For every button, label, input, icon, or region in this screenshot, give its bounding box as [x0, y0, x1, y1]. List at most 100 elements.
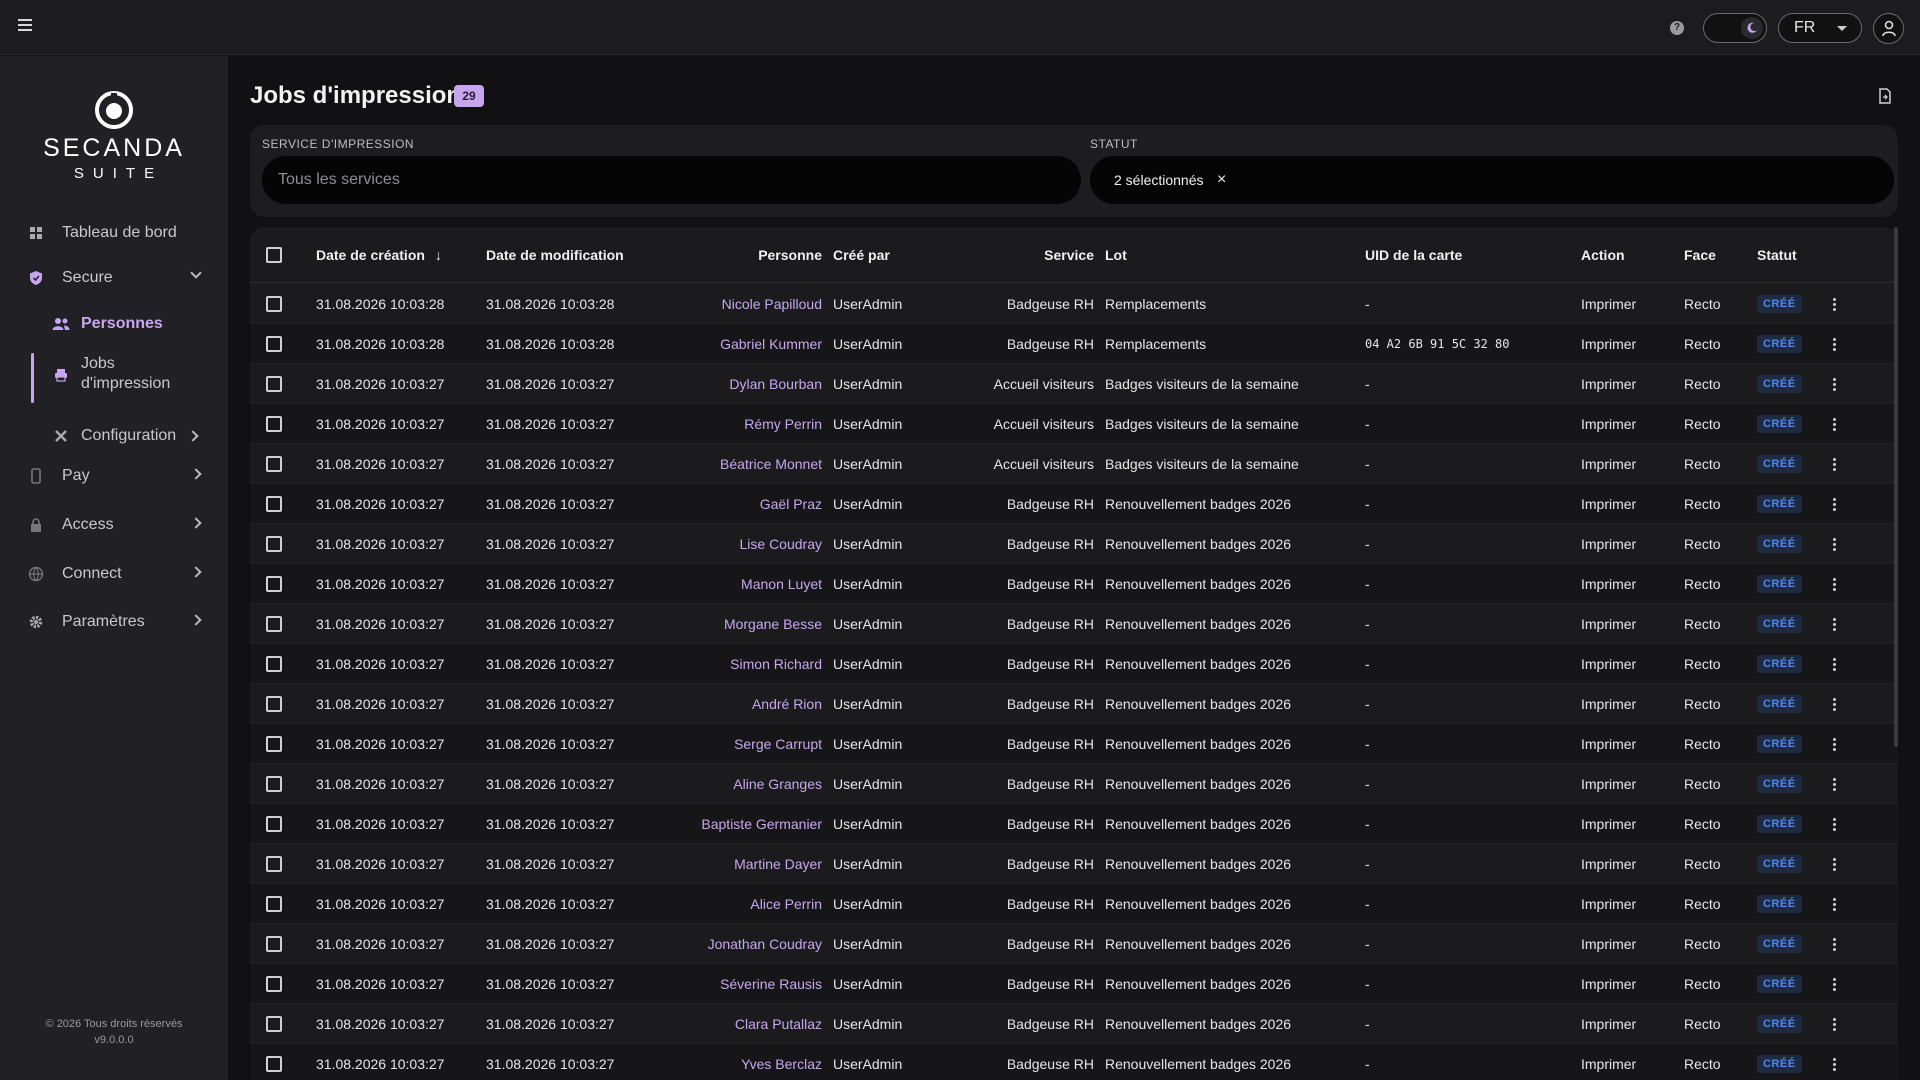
more-options-icon[interactable] — [1833, 818, 1837, 832]
cell-personne[interactable]: Lise Coudray — [592, 524, 823, 564]
more-options-icon[interactable] — [1833, 418, 1837, 432]
table-row[interactable]: 31.08.2026 10:03:27 31.08.2026 10:03:27 Al… — [250, 884, 1898, 924]
service-filter-input[interactable]: Tous les services — [262, 156, 1081, 204]
more-options-icon[interactable] — [1833, 938, 1837, 952]
menu-icon[interactable] — [18, 19, 32, 31]
row-checkbox[interactable] — [266, 336, 282, 352]
table-row[interactable]: 31.08.2026 10:03:27 31.08.2026 10:03:27 Ga… — [250, 484, 1898, 524]
sidebar-item-jobs-impression[interactable]: Jobs d'impression — [0, 354, 228, 400]
column-header-personne[interactable]: Personne — [592, 227, 822, 283]
row-checkbox[interactable] — [266, 1056, 282, 1072]
table-row[interactable]: 31.08.2026 10:03:27 31.08.2026 10:03:27 Ré… — [250, 404, 1898, 444]
row-checkbox[interactable] — [266, 576, 282, 592]
column-header-statut[interactable]: Statut — [1757, 227, 1797, 283]
cell-personne[interactable]: Morgane Besse — [592, 604, 822, 644]
more-options-icon[interactable] — [1833, 458, 1837, 472]
table-row[interactable]: 31.08.2026 10:03:27 31.08.2026 10:03:27 Ma… — [250, 844, 1898, 884]
cell-personne[interactable]: André Rion — [592, 684, 822, 724]
cell-personne[interactable]: Manon Luyet — [592, 564, 822, 604]
more-options-icon[interactable] — [1833, 978, 1837, 992]
table-row[interactable]: 31.08.2026 10:03:27 31.08.2026 10:03:27 Ma… — [250, 564, 1898, 604]
cell-personne[interactable]: Gaël Praz — [592, 484, 822, 524]
column-header-cree-par[interactable]: Créé par — [833, 227, 890, 283]
more-options-icon[interactable] — [1833, 498, 1837, 512]
more-options-icon[interactable] — [1833, 378, 1837, 392]
scrollbar[interactable] — [1894, 227, 1898, 747]
cell-personne[interactable]: Béatrice Monnet — [592, 444, 822, 484]
sidebar-item-personnes[interactable]: Personnes — [0, 312, 228, 336]
more-options-icon[interactable] — [1833, 778, 1837, 792]
cell-personne[interactable]: Nicole Papilloud — [592, 284, 822, 324]
select-all-checkbox[interactable] — [266, 247, 282, 263]
more-options-icon[interactable] — [1833, 738, 1837, 752]
export-icon[interactable] — [1878, 88, 1892, 109]
more-options-icon[interactable] — [1833, 858, 1837, 872]
theme-toggle[interactable] — [1703, 13, 1767, 43]
more-options-icon[interactable] — [1833, 338, 1837, 352]
more-options-icon[interactable] — [1833, 698, 1837, 712]
row-checkbox[interactable] — [266, 656, 282, 672]
cell-personne[interactable]: Baptiste Germanier — [592, 804, 822, 844]
cell-personne[interactable]: Séverine Rausis — [592, 964, 822, 1004]
table-row[interactable]: 31.08.2026 10:03:27 31.08.2026 10:03:27 Sé… — [250, 964, 1898, 1004]
cell-personne[interactable]: Serge Carrupt — [592, 724, 822, 764]
cell-personne[interactable]: Rémy Perrin — [592, 404, 822, 444]
column-header-lot[interactable]: Lot — [1105, 227, 1127, 283]
cell-personne[interactable]: Aline Granges — [592, 764, 822, 804]
table-row[interactable]: 31.08.2026 10:03:27 31.08.2026 10:03:27 Al… — [250, 764, 1898, 804]
row-checkbox[interactable] — [266, 696, 282, 712]
cell-personne[interactable]: Martine Dayer — [592, 844, 822, 884]
sidebar-item-configuration[interactable]: Configuration — [0, 418, 228, 454]
row-checkbox[interactable] — [266, 936, 282, 952]
table-row[interactable]: 31.08.2026 10:03:27 31.08.2026 10:03:27 Yv… — [250, 1044, 1898, 1080]
row-checkbox[interactable] — [266, 976, 282, 992]
table-row[interactable]: 31.08.2026 10:03:27 31.08.2026 10:03:27 Cl… — [250, 1004, 1898, 1044]
row-checkbox[interactable] — [266, 896, 282, 912]
cell-personne[interactable]: Simon Richard — [592, 644, 822, 684]
cell-personne[interactable]: Clara Putallaz — [592, 1004, 822, 1044]
row-checkbox[interactable] — [266, 456, 282, 472]
sidebar-item-connect[interactable]: Connect — [0, 556, 228, 592]
sidebar-item-access[interactable]: Access — [0, 507, 228, 543]
column-header-uid-carte[interactable]: UID de la carte — [1365, 227, 1462, 283]
row-checkbox[interactable] — [266, 1016, 282, 1032]
table-row[interactable]: 31.08.2026 10:03:27 31.08.2026 10:03:27 Li… — [250, 524, 1898, 564]
table-row[interactable]: 31.08.2026 10:03:27 31.08.2026 10:03:27 Dy… — [250, 364, 1898, 404]
more-options-icon[interactable] — [1833, 898, 1837, 912]
cell-personne[interactable]: Dylan Bourban — [592, 364, 822, 404]
column-header-date-creation[interactable]: Date de création ↓ — [316, 227, 442, 283]
row-checkbox[interactable] — [266, 856, 282, 872]
sidebar-item-pay[interactable]: Pay — [0, 458, 228, 494]
row-checkbox[interactable] — [266, 776, 282, 792]
more-options-icon[interactable] — [1833, 538, 1837, 552]
more-options-icon[interactable] — [1833, 578, 1837, 592]
row-checkbox[interactable] — [266, 376, 282, 392]
row-checkbox[interactable] — [266, 816, 282, 832]
table-row[interactable]: 31.08.2026 10:03:27 31.08.2026 10:03:27 An… — [250, 684, 1898, 724]
more-options-icon[interactable] — [1833, 298, 1837, 312]
cell-personne[interactable]: Jonathan Coudray — [592, 924, 822, 964]
more-options-icon[interactable] — [1833, 1058, 1837, 1072]
column-header-service[interactable]: Service — [950, 227, 1094, 283]
row-checkbox[interactable] — [266, 416, 282, 432]
table-row[interactable]: 31.08.2026 10:03:27 31.08.2026 10:03:27 Jo… — [250, 924, 1898, 964]
more-options-icon[interactable] — [1833, 618, 1837, 632]
user-account-button[interactable] — [1873, 13, 1904, 44]
table-row[interactable]: 31.08.2026 10:03:27 31.08.2026 10:03:27 Mo… — [250, 604, 1898, 644]
more-options-icon[interactable] — [1833, 658, 1837, 672]
table-row[interactable]: 31.08.2026 10:03:27 31.08.2026 10:03:27 Se… — [250, 724, 1898, 764]
language-select[interactable]: FR — [1778, 13, 1862, 43]
cell-personne[interactable]: Alice Perrin — [592, 884, 822, 924]
sidebar-item-secure[interactable]: Secure — [0, 260, 228, 296]
cell-personne[interactable]: Yves Berclaz — [592, 1044, 822, 1080]
row-checkbox[interactable] — [266, 296, 282, 312]
table-row[interactable]: 31.08.2026 10:03:28 31.08.2026 10:03:28 Ni… — [250, 284, 1898, 324]
status-filter-input[interactable]: 2 sélectionnés × — [1090, 156, 1894, 204]
row-checkbox[interactable] — [266, 616, 282, 632]
sidebar-item-dashboard[interactable]: Tableau de bord — [0, 215, 228, 251]
table-row[interactable]: 31.08.2026 10:03:27 31.08.2026 10:03:27 Si… — [250, 644, 1898, 684]
row-checkbox[interactable] — [266, 536, 282, 552]
table-row[interactable]: 31.08.2026 10:03:28 31.08.2026 10:03:28 Ga… — [250, 324, 1898, 364]
more-options-icon[interactable] — [1833, 1018, 1837, 1032]
sidebar-item-parametres[interactable]: Paramètres — [0, 604, 228, 640]
